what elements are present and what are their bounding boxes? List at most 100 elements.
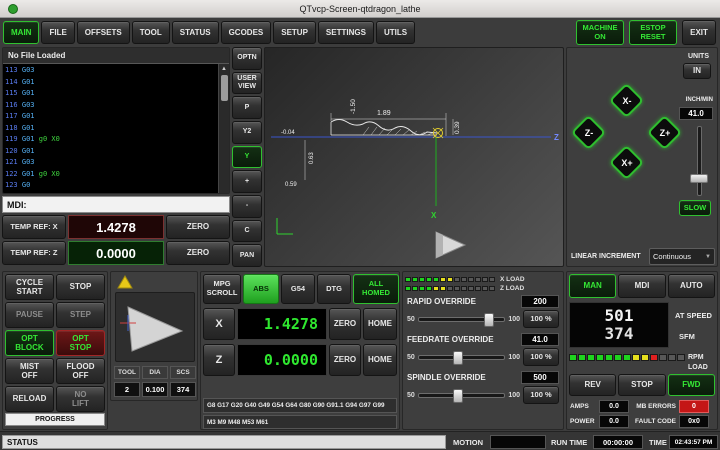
override-100-button[interactable]: 100 %	[523, 348, 559, 366]
view-button-pan[interactable]: PAN	[232, 244, 262, 267]
dro-button-mpg-scroll[interactable]: MPG SCROLL	[203, 274, 241, 304]
scrollbar-thumb[interactable]	[221, 75, 228, 101]
chevron-down-icon: ▼	[705, 254, 711, 260]
led-cell	[489, 286, 495, 291]
override-slider[interactable]	[418, 317, 506, 322]
window-menu-icon[interactable]	[8, 4, 18, 14]
override-slider[interactable]	[418, 355, 506, 360]
cycle-button-stop[interactable]: STOP	[56, 274, 105, 300]
spindle-rev-button[interactable]: REV	[569, 374, 616, 396]
menu-tab-gcodes[interactable]: GCODES	[221, 21, 272, 44]
jog-rate-slider[interactable]	[689, 126, 709, 196]
cycle-button-step[interactable]: STEP	[56, 302, 105, 328]
dro-button-g54[interactable]: G54	[281, 274, 315, 304]
override-slider-handle[interactable]	[453, 389, 463, 403]
active-gcodes: G8 G17 G20 G40 G49 G54 G64 G80 G90 G91.1…	[203, 398, 397, 413]
zero-z-button[interactable]: ZERO	[329, 344, 361, 376]
jog-x-minus-button[interactable]: X-	[609, 83, 645, 119]
dro-button-dtg[interactable]: DTG	[317, 274, 351, 304]
view-button-y2[interactable]: Y2	[232, 121, 262, 144]
menu-tab-settings[interactable]: SETTINGS	[318, 21, 374, 44]
cycle-button-reload[interactable]: RELOAD	[5, 386, 54, 412]
axis-select-z-button[interactable]: Z	[203, 344, 235, 376]
spindle-fwd-button[interactable]: FWD	[668, 374, 715, 396]
view-buttons-column: OPTNUSER VIEWPY2Y+-CPAN	[232, 47, 262, 267]
spindle-stop-button[interactable]: STOP	[618, 374, 665, 396]
mdi-header[interactable]: MDI:	[2, 196, 230, 213]
view-button-p[interactable]: P	[232, 96, 262, 119]
view-button-c[interactable]: C	[232, 220, 262, 243]
menu-tab-offsets[interactable]: OFFSETS	[77, 21, 130, 44]
gcode-listing[interactable]: 113 G03114 G01115 G01116 G03117 G01118 G…	[3, 64, 218, 193]
dro-x-value: 1.4278	[237, 308, 327, 340]
mode-button-man[interactable]: MAN	[569, 274, 616, 298]
jog-x-minus-label: X-	[609, 83, 645, 119]
override-100-button[interactable]: 100 %	[523, 386, 559, 404]
zero-x-button[interactable]: ZERO	[329, 308, 361, 340]
mode-button-auto[interactable]: AUTO	[668, 274, 715, 298]
jog-z-minus-label: Z-	[571, 115, 607, 151]
cycle-button-opt-block[interactable]: OPT BLOCK	[5, 330, 54, 356]
override-slider[interactable]	[418, 393, 506, 398]
led-cell	[419, 277, 425, 282]
axis-select-x-button[interactable]: X	[203, 308, 235, 340]
tool-header-dia: DIA	[142, 366, 168, 379]
view-button-y[interactable]: Y	[232, 146, 262, 169]
temp-ref-x-zero-button[interactable]: ZERO	[166, 215, 230, 239]
jog-x-plus-button[interactable]: X+	[609, 145, 645, 181]
cycle-button-opt-stop[interactable]: OPT STOP	[56, 330, 105, 356]
linear-increment-label: LINEAR INCREMENT	[571, 253, 641, 260]
override-100-button[interactable]: 100 %	[523, 310, 559, 328]
cycle-button-cycle-start[interactable]: CYCLE START	[5, 274, 54, 300]
cycle-button-mist-off[interactable]: MIST OFF	[5, 358, 54, 384]
mode-buttons-row: MANMDIAUTO	[569, 274, 715, 298]
slider-min-label: 50	[407, 316, 415, 323]
dro-button-abs[interactable]: ABS	[243, 274, 279, 304]
slow-button[interactable]: SLOW	[679, 200, 711, 216]
cycle-buttons-grid: CYCLE STARTSTOPPAUSESTEPOPT BLOCKOPT STO…	[5, 274, 105, 412]
menu-tab-file[interactable]: FILE	[41, 21, 74, 44]
gcode-line-115: 115 G01	[5, 88, 218, 100]
led-cell	[632, 354, 640, 361]
cycle-button-pause[interactable]: PAUSE	[5, 302, 54, 328]
estop-reset-button[interactable]: ESTOP RESET	[629, 20, 677, 45]
view-button-minus[interactable]: -	[232, 195, 262, 218]
menu-tab-tool[interactable]: TOOL	[132, 21, 170, 44]
home-z-button[interactable]: HOME	[363, 344, 397, 376]
jog-x-plus-label: X+	[609, 145, 645, 181]
units-in-button[interactable]: IN	[683, 63, 711, 79]
view-button-user-view[interactable]: USER VIEW	[232, 72, 262, 95]
jog-slider-handle[interactable]	[690, 174, 708, 183]
tool-direction-icon[interactable]	[117, 275, 133, 289]
dro-button-all-homed[interactable]: ALL HOMED	[353, 274, 399, 304]
view-button-optn[interactable]: OPTN	[232, 47, 262, 70]
exit-button[interactable]: EXIT	[682, 20, 716, 45]
view-button-plus[interactable]: +	[232, 170, 262, 193]
gcode-line-120: 120 G01	[5, 146, 218, 158]
linear-increment-select[interactable]: Continuous ▼	[649, 248, 715, 265]
temp-ref-z-zero-button[interactable]: ZERO	[166, 241, 230, 265]
home-x-button[interactable]: HOME	[363, 308, 397, 340]
override-slider-handle[interactable]	[453, 351, 463, 365]
mdi-label: MDI:	[7, 200, 27, 210]
menu-tab-main[interactable]: MAIN	[3, 21, 39, 44]
dim-b-label: 0.63	[309, 152, 315, 164]
led-cell	[569, 354, 577, 361]
gcode-scrollbar[interactable]: ▲	[218, 64, 229, 193]
override-slider-handle[interactable]	[484, 313, 494, 327]
cycle-button-flood-off[interactable]: FLOOD OFF	[56, 358, 105, 384]
graphics-preview[interactable]: Z X 1.89 0.39 -1.50 -0.04 0.63 0.59	[264, 47, 564, 267]
override-group-rapid-override: RAPID OVERRIDE20050100100 %	[405, 294, 561, 329]
mode-button-mdi[interactable]: MDI	[618, 274, 665, 298]
menu-tab-setup[interactable]: SETUP	[273, 21, 316, 44]
led-cell	[426, 286, 432, 291]
gcode-line-118: 118 G01	[5, 123, 218, 135]
jog-z-plus-button[interactable]: Z+	[647, 115, 683, 151]
cycle-button-no-lift[interactable]: NO LIFT	[56, 386, 105, 412]
scrollbar-up-icon[interactable]: ▲	[220, 65, 229, 74]
machine-on-button[interactable]: MACHINE ON	[576, 20, 624, 45]
menu-tab-utils[interactable]: UTILS	[376, 21, 415, 44]
led-cell	[475, 277, 481, 282]
menu-tab-status[interactable]: STATUS	[172, 21, 219, 44]
jog-z-minus-button[interactable]: Z-	[571, 115, 607, 151]
